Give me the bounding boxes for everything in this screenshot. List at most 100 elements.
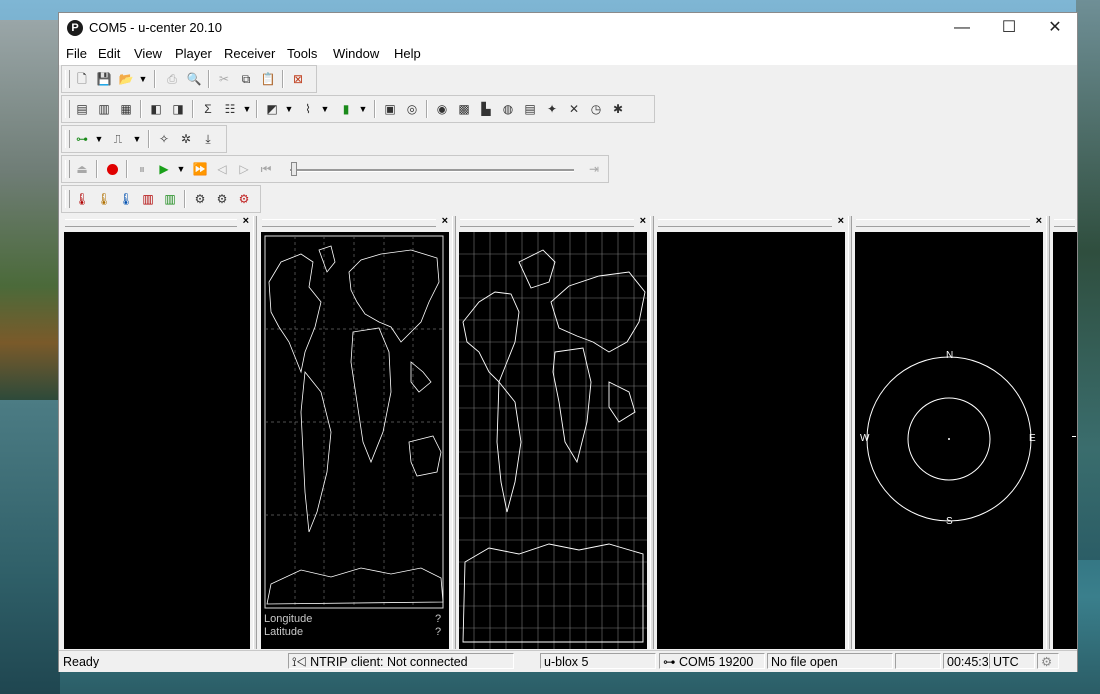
status-ntrip-text: NTRIP client: Not connected (310, 655, 468, 669)
signal-strength-icon[interactable]: ▙ (476, 99, 496, 119)
clock-view-icon[interactable]: ◷ (586, 99, 606, 119)
map-view-dropdown-icon[interactable]: ▼ (284, 99, 294, 119)
pane-close-icon[interactable]: × (640, 215, 646, 227)
pane-header[interactable]: × (456, 215, 650, 229)
histogram-view-icon[interactable]: ▮ (336, 99, 356, 119)
pane-splitter[interactable] (253, 216, 257, 649)
chart-view-dropdown-icon[interactable]: ▼ (320, 99, 330, 119)
menu-tools[interactable]: Tools (287, 46, 317, 61)
record-button[interactable] (102, 159, 122, 179)
toolbar-grip[interactable] (65, 190, 70, 208)
maximize-button[interactable]: ☐ (986, 13, 1032, 43)
chart-view-icon[interactable]: ⌇ (298, 99, 318, 119)
cut-icon[interactable]: ✂ (214, 69, 234, 89)
clear-icon[interactable]: ⊠ (288, 69, 308, 89)
step-back-icon[interactable]: ◁ (212, 159, 232, 179)
pane-close-icon[interactable]: × (442, 215, 448, 227)
print-preview-icon[interactable]: 🔍 (184, 69, 204, 89)
histogram-dropdown-icon[interactable]: ▼ (358, 99, 368, 119)
text-console-icon[interactable]: ▤ (72, 99, 92, 119)
sky-view-icon[interactable]: ◉ (432, 99, 452, 119)
configuration-view-icon[interactable]: ◨ (168, 99, 188, 119)
connection-icon[interactable]: ⊶ (72, 129, 92, 149)
gear-icon[interactable]: ⚙ (190, 189, 210, 209)
step-forward-icon[interactable]: ▷ (234, 159, 254, 179)
playback-slider-thumb[interactable] (291, 162, 297, 176)
pane-header[interactable]: × (654, 215, 848, 229)
camera-view-icon[interactable]: ▣ (380, 99, 400, 119)
message-add-icon[interactable]: ▥ (138, 189, 158, 209)
pane-header[interactable]: × (61, 215, 253, 229)
latitude-label: Latitude (264, 626, 304, 638)
menu-file[interactable]: File (66, 46, 87, 61)
warm-start-icon[interactable]: 🌡 (94, 189, 114, 209)
messages-view-icon[interactable]: ◧ (146, 99, 166, 119)
paste-icon[interactable]: 📋 (258, 69, 278, 89)
autobauding-icon[interactable]: ✧ (154, 129, 174, 149)
download-icon[interactable]: ⤓ (198, 129, 218, 149)
status-ntrip[interactable]: ⟟◁ NTRIP client: Not connected (288, 653, 514, 669)
open-dropdown-icon[interactable]: ▼ (138, 69, 148, 89)
eject-icon[interactable]: ⏏ (72, 159, 92, 179)
pane-close-icon[interactable]: × (1036, 215, 1042, 227)
copy-icon[interactable]: ⧉ (236, 69, 256, 89)
toolbar-grip[interactable] (65, 70, 70, 88)
pane-close-icon[interactable]: × (838, 215, 844, 227)
menu-help[interactable]: Help (394, 46, 421, 61)
deviation-map-icon[interactable]: ✦ (542, 99, 562, 119)
connection-dropdown-icon[interactable]: ▼ (94, 129, 104, 149)
toolbar-grip[interactable] (65, 130, 70, 148)
table-view-icon[interactable]: ☷ (220, 99, 240, 119)
world-map-view[interactable]: Longitude Latitude ? ? (261, 232, 449, 649)
satellite-signal-icon[interactable]: ▩ (454, 99, 474, 119)
world-map-icon[interactable]: ◍ (498, 99, 518, 119)
statistic-view-icon[interactable]: Σ (198, 99, 218, 119)
pane-header[interactable] (1050, 216, 1077, 229)
playback-slider-track[interactable] (290, 169, 574, 172)
toolbar-grip[interactable] (65, 100, 70, 118)
data-table-icon[interactable]: ▤ (520, 99, 540, 119)
fast-forward-icon[interactable]: ⏩ (190, 159, 210, 179)
docking-window-icon[interactable]: ◎ (402, 99, 422, 119)
menu-player[interactable]: Player (175, 46, 212, 61)
minimize-button[interactable]: — (939, 13, 985, 43)
rewind-to-start-icon[interactable]: ⏮ (256, 159, 276, 179)
menu-window[interactable]: Window (333, 46, 379, 61)
save-icon[interactable]: 💾 (94, 69, 114, 89)
debug-icon[interactable]: ✲ (176, 129, 196, 149)
status-port[interactable]: ⊶ COM5 19200 (659, 653, 765, 669)
pane-header[interactable]: × (852, 215, 1046, 229)
satellite-map-view[interactable] (459, 232, 647, 649)
pane-header[interactable]: × (258, 215, 452, 229)
skip-to-end-icon[interactable]: ⇥ (584, 159, 604, 179)
position-view-icon[interactable]: ✕ (564, 99, 584, 119)
baudrate-icon[interactable]: ⎍ (108, 129, 128, 149)
pause-icon[interactable]: ⏸ (132, 159, 152, 179)
play-dropdown-icon[interactable]: ▼ (176, 159, 186, 179)
toolbar-grip[interactable] (65, 160, 70, 178)
open-folder-icon[interactable]: 📂 (116, 69, 136, 89)
cold-start-icon[interactable]: 🌡 (116, 189, 136, 209)
menu-edit[interactable]: Edit (98, 46, 120, 61)
toolbar-separator (154, 70, 156, 88)
close-button[interactable]: ✕ (1032, 13, 1078, 43)
compass-view-icon[interactable]: ✱ (608, 99, 628, 119)
play-icon[interactable]: ▶ (154, 159, 174, 179)
baudrate-dropdown-icon[interactable]: ▼ (132, 129, 142, 149)
packet-console-icon[interactable]: ▥ (94, 99, 114, 119)
map-view-icon[interactable]: ◩ (262, 99, 282, 119)
hot-start-icon[interactable]: 🌡 (72, 189, 92, 209)
pane-close-icon[interactable]: × (243, 215, 249, 227)
title-bar[interactable]: P COM5 - u-center 20.10 — ☐ ✕ (59, 13, 1077, 43)
binary-console-icon[interactable]: ▦ (116, 99, 136, 119)
print-icon[interactable]: ⎙ (162, 69, 182, 89)
table-view-dropdown-icon[interactable]: ▼ (242, 99, 252, 119)
new-file-icon[interactable]: 🗋 (72, 69, 92, 89)
message-poll-icon[interactable]: ▥ (160, 189, 180, 209)
sky-view[interactable]: N S W E (855, 232, 1043, 649)
menu-view[interactable]: View (134, 46, 162, 61)
gear-reset-icon[interactable]: ⚙ (234, 189, 254, 209)
gear-settings-icon[interactable]: ⚙ (212, 189, 232, 209)
menu-receiver[interactable]: Receiver (224, 46, 275, 61)
status-gear-icon[interactable]: ⚙ (1037, 653, 1059, 669)
